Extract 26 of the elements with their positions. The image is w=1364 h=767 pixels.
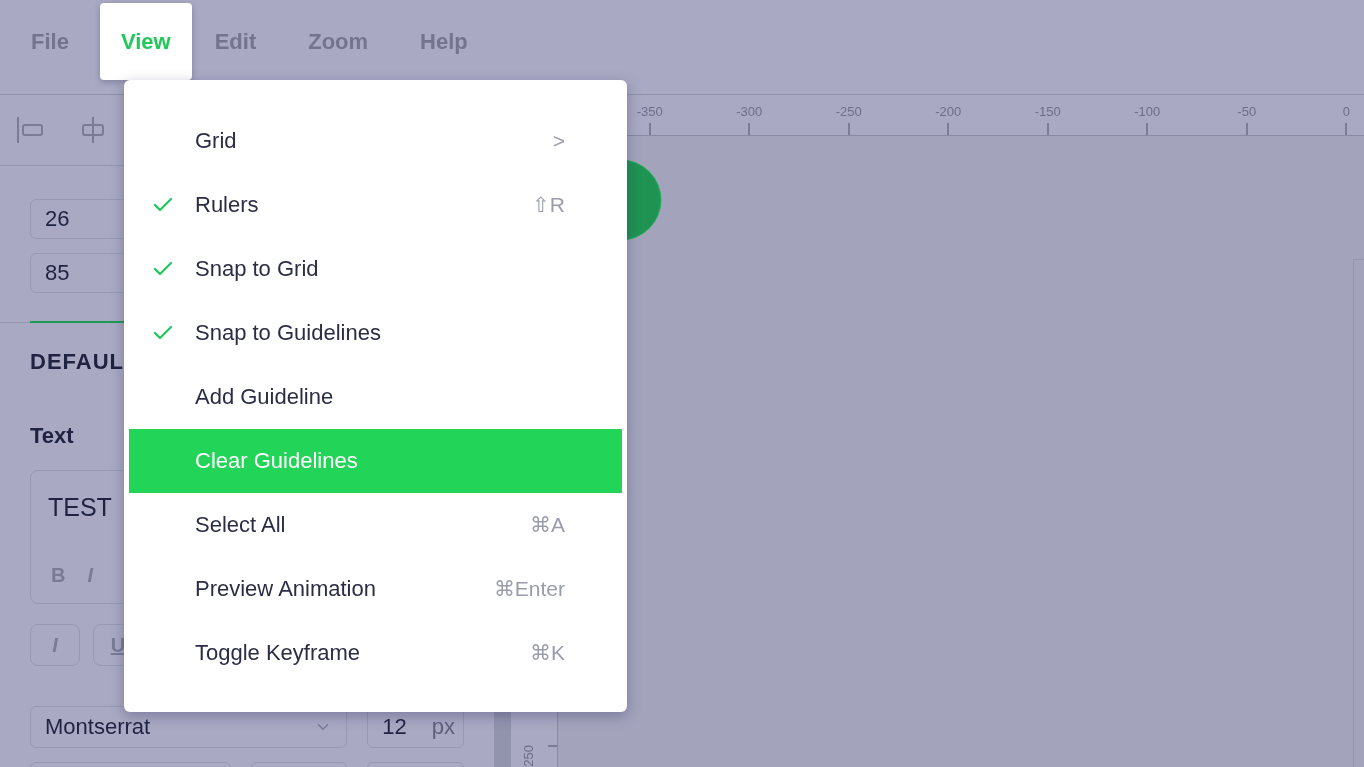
shortcut-label: ⇧R bbox=[531, 193, 565, 217]
menu-option[interactable]: Snap to Grid bbox=[129, 237, 622, 301]
shortcut-label: > bbox=[552, 129, 565, 153]
text-value: TEST bbox=[48, 493, 112, 522]
shortcut-label: ⌘K bbox=[530, 641, 565, 665]
section-title: DEFAUL bbox=[30, 349, 124, 376]
menu-option[interactable]: Preview Animation ⌘Enter bbox=[129, 557, 622, 621]
ruler-label: -200 bbox=[935, 104, 962, 119]
menu-option[interactable]: Rulers ⇧R bbox=[129, 173, 622, 237]
menu-option[interactable]: Grid > bbox=[129, 109, 622, 173]
menu-option[interactable]: Snap to Guidelines bbox=[129, 301, 622, 365]
ruler-label: -150 bbox=[1034, 104, 1061, 119]
align-left-icon[interactable] bbox=[16, 115, 44, 145]
menu-option[interactable]: Select All ⌘A bbox=[129, 493, 622, 557]
shortcut-label: ⌘A bbox=[530, 513, 565, 537]
ruler-label: -300 bbox=[736, 104, 763, 119]
shortcut-label: ⌘Enter bbox=[493, 577, 565, 601]
ruler-label: 0 bbox=[1342, 104, 1350, 119]
ruler-label: -100 bbox=[1134, 104, 1161, 119]
text-label: Text bbox=[30, 423, 74, 449]
ruler-label: 250 bbox=[521, 745, 536, 767]
menu-option[interactable]: Add Guideline bbox=[129, 365, 622, 429]
ruler-label: -350 bbox=[636, 104, 663, 119]
ruler-label: -50 bbox=[1237, 104, 1257, 119]
ruler-label: -250 bbox=[835, 104, 862, 119]
align-center-icon[interactable] bbox=[80, 115, 106, 145]
